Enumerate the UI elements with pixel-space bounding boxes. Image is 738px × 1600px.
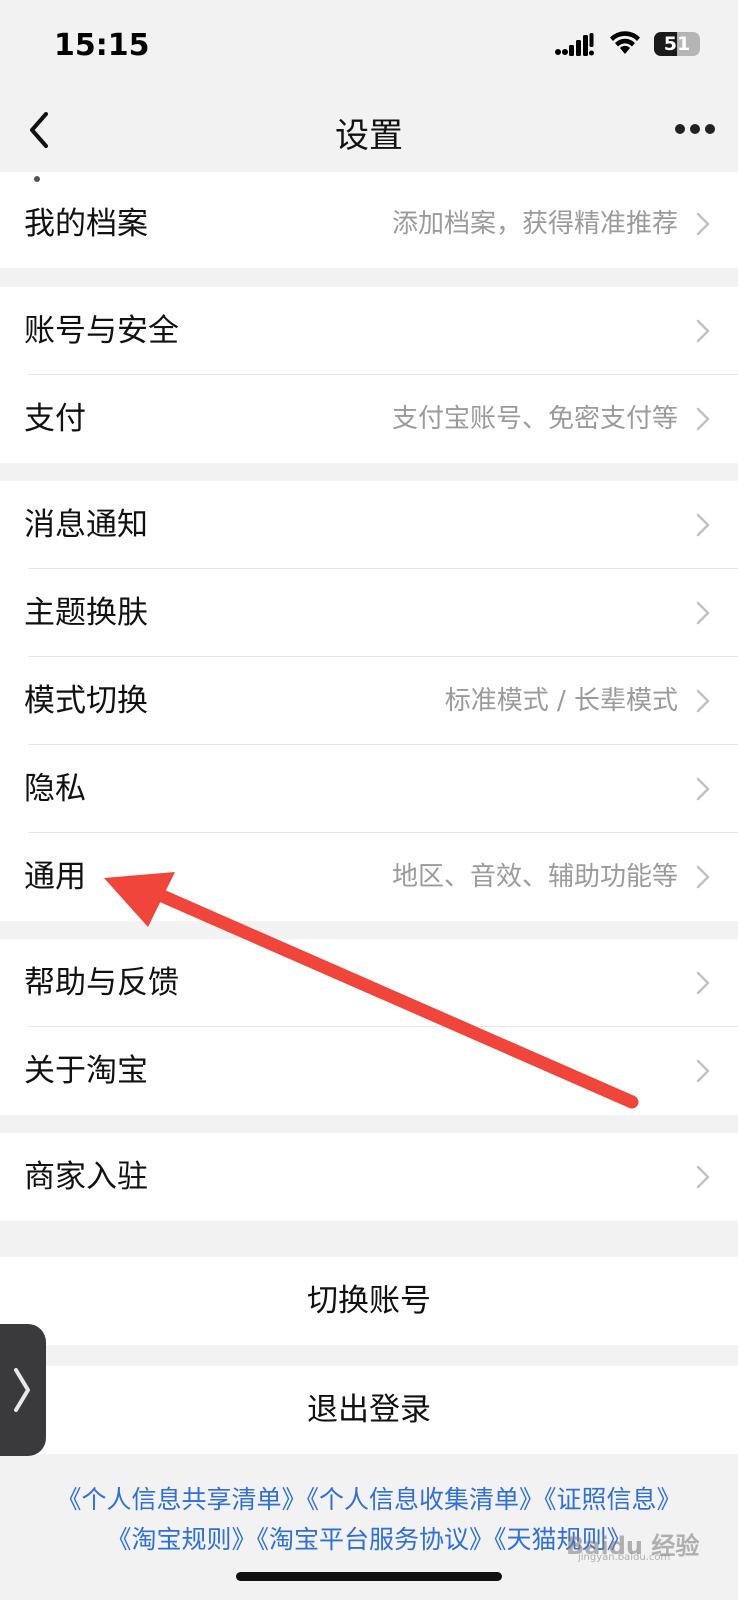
settings-row-my-profile[interactable]: 我的档案 添加档案，获得精准推荐: [0, 180, 738, 268]
settings-row-help-feedback[interactable]: 帮助与反馈: [0, 939, 738, 1027]
row-label: 模式切换: [24, 683, 148, 719]
logout-button[interactable]: 退出登录: [0, 1366, 738, 1454]
chevron-right-icon: [696, 513, 710, 537]
chevron-right-icon: [696, 971, 710, 995]
settings-row-about[interactable]: 关于淘宝: [0, 1027, 738, 1115]
settings-row-privacy[interactable]: 隐私: [0, 745, 738, 833]
status-bar: 15:15 51: [0, 0, 738, 90]
battery-level-text: 51: [663, 33, 691, 55]
section-profile: 我的档案 添加档案，获得精准推荐: [0, 172, 738, 268]
settings-row-theme[interactable]: 主题换肤: [0, 569, 738, 657]
row-detail: 标准模式 / 长辈模式: [444, 686, 678, 716]
row-label: 隐私: [24, 771, 86, 807]
section-preferences: 消息通知 主题换肤 模式切换 标准模式 / 长辈模式 隐私 通用 地区、音效、辅…: [0, 481, 738, 921]
settings-row-mode-switch[interactable]: 模式切换 标准模式 / 长辈模式: [0, 657, 738, 745]
page-title: 设置: [335, 116, 403, 156]
chevron-right-icon: [696, 407, 710, 431]
row-detail: 支付宝账号、免密支付等: [391, 404, 678, 434]
row-label: 主题换肤: [24, 595, 148, 631]
row-label: 我的档案: [24, 206, 148, 242]
chevron-right-icon: [696, 1059, 710, 1083]
settings-row-payment[interactable]: 支付 支付宝账号、免密支付等: [0, 375, 738, 463]
footer-link-line-1[interactable]: 《个人信息共享清单》《个人信息收集清单》《证照信息》: [0, 1480, 738, 1520]
switch-account-button[interactable]: 切换账号: [0, 1257, 738, 1345]
status-icons: 51: [540, 30, 700, 60]
chevron-right-icon: [696, 601, 710, 625]
home-indicator[interactable]: [236, 1572, 502, 1581]
row-label: 商家入驻: [24, 1159, 148, 1195]
battery-icon: 51: [654, 32, 700, 56]
chevron-right-icon: [696, 777, 710, 801]
settings-row-merchant[interactable]: 商家入驻: [0, 1133, 738, 1221]
settings-row-general[interactable]: 通用 地区、音效、辅助功能等: [0, 833, 738, 921]
row-label: 关于淘宝: [24, 1053, 148, 1089]
nav-bar: 设置: [0, 90, 738, 172]
chevron-right-icon: [696, 212, 710, 236]
floating-side-handle[interactable]: [0, 1324, 46, 1456]
more-horizontal-icon[interactable]: [674, 122, 716, 136]
chevron-right-icon: [14, 1368, 30, 1412]
section-help: 帮助与反馈 关于淘宝: [0, 939, 738, 1115]
chevron-right-icon: [696, 1165, 710, 1189]
chevron-right-icon: [696, 689, 710, 713]
row-detail: 添加档案，获得精准推荐: [391, 209, 678, 239]
chevron-right-icon: [696, 319, 710, 343]
status-time: 15:15: [54, 28, 150, 63]
signal-icon: [555, 33, 594, 56]
row-label: 通用: [24, 859, 86, 895]
row-detail: 地区、音效、辅助功能等: [391, 862, 678, 892]
watermark-url: jingyan.baidu.com: [578, 1552, 671, 1563]
row-label: 消息通知: [24, 507, 148, 543]
section-merchant: 商家入驻: [0, 1133, 738, 1221]
chevron-right-icon: [696, 865, 710, 889]
row-label: 支付: [24, 401, 86, 437]
settings-row-notifications[interactable]: 消息通知: [0, 481, 738, 569]
settings-row-account-security[interactable]: 账号与安全: [0, 287, 738, 375]
section-account: 账号与安全 支付 支付宝账号、免密支付等: [0, 287, 738, 463]
wifi-icon: [610, 31, 640, 54]
row-label: 帮助与反馈: [24, 965, 179, 1001]
row-label: 账号与安全: [24, 313, 179, 349]
